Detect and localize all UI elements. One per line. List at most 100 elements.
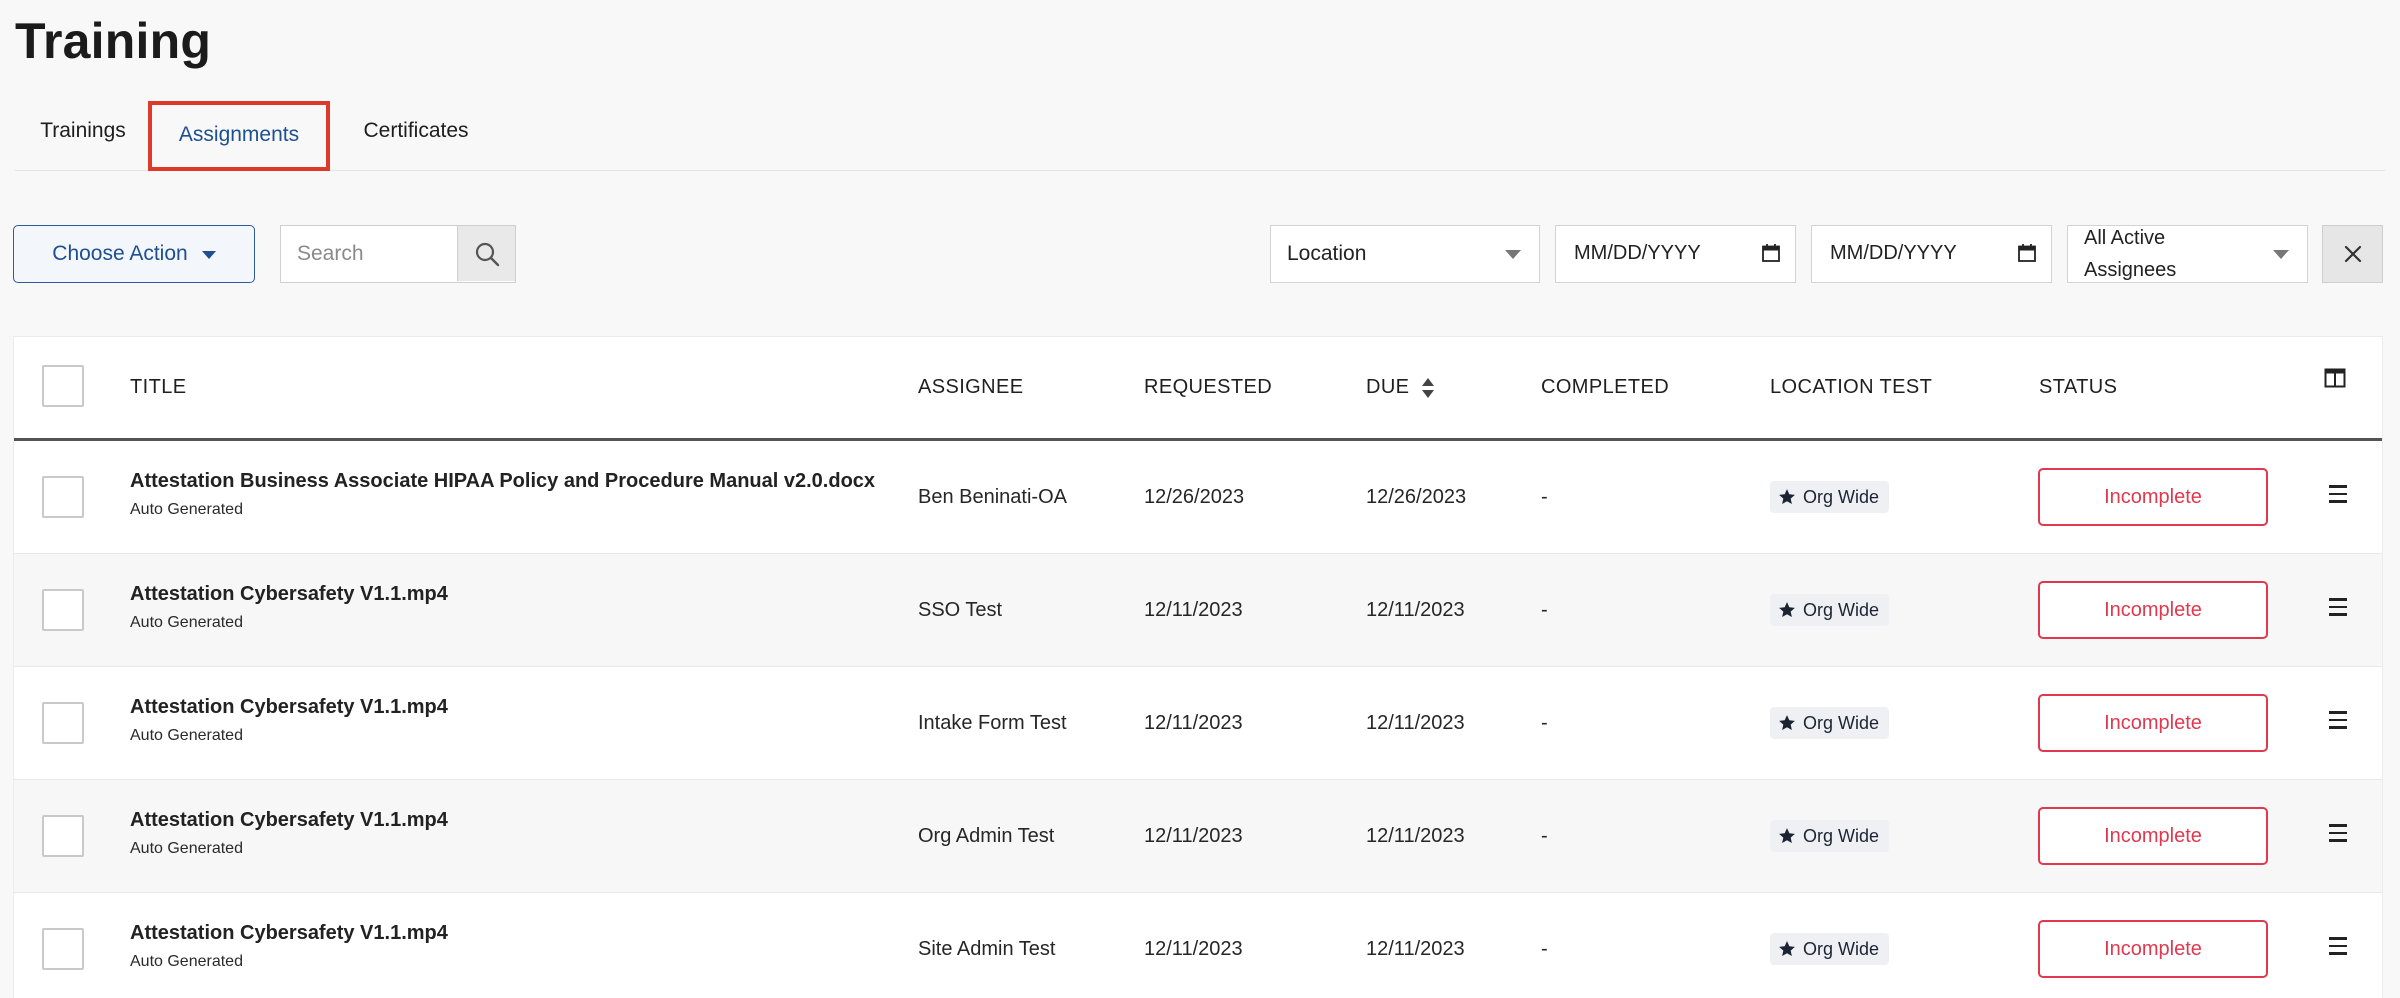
- row-requested: 12/11/2023: [1144, 937, 1243, 960]
- search-input[interactable]: [281, 226, 458, 281]
- row-completed: -: [1541, 711, 1548, 734]
- location-badge: Org Wide: [1770, 594, 1890, 626]
- tab-assignments[interactable]: Assignments: [148, 101, 330, 171]
- location-badge-label: Org Wide: [1803, 938, 1880, 959]
- column-header-due[interactable]: DUE: [1366, 337, 1435, 438]
- assignees-select-value: All Active Assignees: [2084, 226, 2177, 281]
- column-settings-button[interactable]: [2324, 337, 2346, 428]
- row-title-cell: Attestation Business Associate HIPAA Pol…: [130, 467, 875, 520]
- table-row: Attestation Business Associate HIPAA Pol…: [14, 441, 2382, 554]
- menu-icon[interactable]: [2326, 598, 2350, 620]
- row-title[interactable]: Attestation Cybersafety V1.1.mp4: [130, 919, 448, 947]
- search-box: [280, 225, 516, 283]
- row-assignee: Ben Beninati-OA: [918, 485, 1067, 508]
- column-header-requested: REQUESTED: [1144, 376, 1273, 398]
- calendar-icon[interactable]: [2017, 243, 2037, 263]
- column-header-status: STATUS: [2039, 376, 2118, 398]
- row-requested: 12/26/2023: [1144, 485, 1245, 508]
- location-select[interactable]: Location: [1270, 225, 1540, 283]
- tab-trainings[interactable]: Trainings: [15, 100, 151, 168]
- date-from-placeholder: MM/DD/YYYY: [1574, 242, 1701, 264]
- status-button[interactable]: Incomplete: [2038, 920, 2268, 978]
- status-button[interactable]: Incomplete: [2038, 694, 2268, 752]
- calendar-icon[interactable]: [1761, 243, 1781, 263]
- caret-down-icon: [2273, 250, 2289, 259]
- row-due: 12/26/2023: [1366, 485, 1467, 508]
- table-row: Attestation Cybersafety V1.1.mp4 Auto Ge…: [14, 893, 2382, 998]
- date-to-input[interactable]: MM/DD/YYYY: [1811, 225, 2052, 283]
- location-select-value: Location: [1287, 241, 1367, 265]
- row-completed: -: [1541, 598, 1548, 621]
- row-assignee: Intake Form Test: [918, 711, 1067, 734]
- row-due: 12/11/2023: [1366, 598, 1465, 621]
- select-all-checkbox[interactable]: [42, 365, 84, 407]
- row-completed: -: [1541, 485, 1548, 508]
- status-button[interactable]: Incomplete: [2038, 468, 2268, 526]
- row-completed: -: [1541, 937, 1548, 960]
- column-header-location: LOCATION TEST: [1770, 376, 1933, 398]
- row-title[interactable]: Attestation Cybersafety V1.1.mp4: [130, 806, 448, 834]
- choose-action-label: Choose Action: [52, 242, 188, 265]
- location-badge-label: Org Wide: [1803, 486, 1880, 507]
- row-checkbox[interactable]: [42, 702, 84, 744]
- star-icon: [1779, 489, 1795, 505]
- date-from-input[interactable]: MM/DD/YYYY: [1555, 225, 1796, 283]
- location-badge: Org Wide: [1770, 933, 1890, 965]
- page-title: Training: [15, 13, 212, 69]
- star-icon: [1779, 715, 1795, 731]
- location-badge-label: Org Wide: [1803, 825, 1880, 846]
- choose-action-button[interactable]: Choose Action: [13, 225, 255, 283]
- assignments-table: TITLE ASSIGNEE REQUESTED DUE COMPLETED L…: [13, 336, 2383, 998]
- row-subtitle: Auto Generated: [130, 501, 243, 518]
- location-badge-label: Org Wide: [1803, 599, 1880, 620]
- row-due: 12/11/2023: [1366, 711, 1465, 734]
- location-badge: Org Wide: [1770, 481, 1890, 513]
- menu-icon[interactable]: [2326, 711, 2350, 733]
- menu-icon[interactable]: [2326, 485, 2350, 507]
- row-checkbox[interactable]: [42, 476, 84, 518]
- row-checkbox[interactable]: [42, 928, 84, 970]
- close-icon: [2344, 245, 2361, 263]
- row-checkbox[interactable]: [42, 589, 84, 631]
- table-row: Attestation Cybersafety V1.1.mp4 Auto Ge…: [14, 667, 2382, 780]
- assignees-select[interactable]: All Active Assignees: [2067, 225, 2308, 283]
- status-button[interactable]: Incomplete: [2038, 807, 2268, 865]
- column-header-completed: COMPLETED: [1541, 376, 1670, 398]
- row-title[interactable]: Attestation Cybersafety V1.1.mp4: [130, 580, 448, 608]
- row-requested: 12/11/2023: [1144, 711, 1243, 734]
- row-requested: 12/11/2023: [1144, 824, 1243, 847]
- column-header-assignee: ASSIGNEE: [918, 376, 1024, 398]
- status-button[interactable]: Incomplete: [2038, 581, 2268, 639]
- column-header-title: TITLE: [130, 376, 187, 398]
- table-row: Attestation Cybersafety V1.1.mp4 Auto Ge…: [14, 554, 2382, 667]
- row-checkbox[interactable]: [42, 815, 84, 857]
- row-title-cell: Attestation Cybersafety V1.1.mp4 Auto Ge…: [130, 580, 448, 633]
- row-completed: -: [1541, 824, 1548, 847]
- row-title-cell: Attestation Cybersafety V1.1.mp4 Auto Ge…: [130, 919, 448, 972]
- search-icon: [475, 242, 499, 266]
- clear-filters-button[interactable]: [2322, 225, 2383, 283]
- row-title[interactable]: Attestation Business Associate HIPAA Pol…: [130, 467, 875, 495]
- caret-down-icon: [1505, 250, 1521, 259]
- row-due: 12/11/2023: [1366, 937, 1465, 960]
- row-title-cell: Attestation Cybersafety V1.1.mp4 Auto Ge…: [130, 806, 448, 859]
- search-button[interactable]: [457, 226, 515, 281]
- row-assignee: Site Admin Test: [918, 937, 1056, 960]
- star-icon: [1779, 828, 1795, 844]
- row-title-cell: Attestation Cybersafety V1.1.mp4 Auto Ge…: [130, 693, 448, 746]
- row-title[interactable]: Attestation Cybersafety V1.1.mp4: [130, 693, 448, 721]
- sort-icon[interactable]: [1421, 377, 1435, 399]
- menu-icon[interactable]: [2326, 824, 2350, 846]
- location-badge: Org Wide: [1770, 707, 1890, 739]
- menu-icon[interactable]: [2326, 937, 2350, 959]
- row-requested: 12/11/2023: [1144, 598, 1243, 621]
- row-due: 12/11/2023: [1366, 824, 1465, 847]
- row-assignee: SSO Test: [918, 598, 1003, 621]
- location-badge-label: Org Wide: [1803, 712, 1880, 733]
- row-subtitle: Auto Generated: [130, 953, 243, 970]
- tab-bar: Trainings Assignments Certificates: [15, 100, 2385, 171]
- tab-certificates[interactable]: Certificates: [333, 100, 499, 168]
- row-assignee: Org Admin Test: [918, 824, 1055, 847]
- column-header-due-label: DUE: [1366, 376, 1410, 398]
- row-subtitle: Auto Generated: [130, 727, 243, 744]
